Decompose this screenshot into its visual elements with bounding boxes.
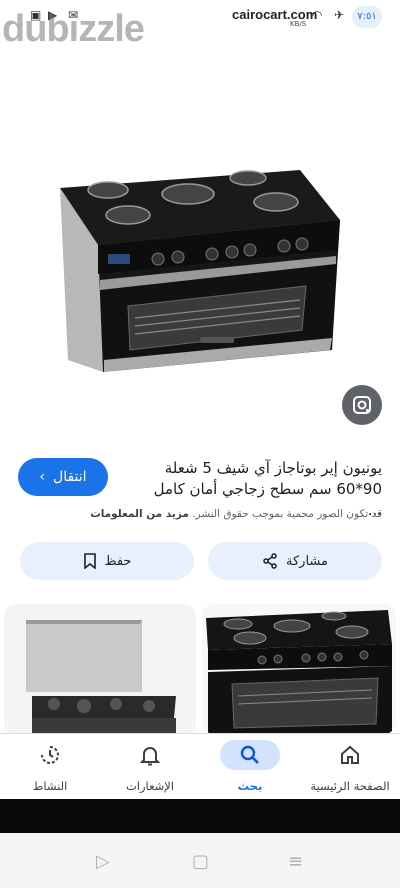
bookmark-icon [83, 553, 96, 569]
black-strip [0, 799, 400, 833]
visit-button[interactable]: ‹ انتقال [18, 458, 108, 496]
dubizzle-watermark: dubizzle [2, 8, 145, 50]
search-icon [240, 745, 259, 764]
stove-illustration [60, 170, 340, 372]
stove-thumbnail-1 [4, 604, 196, 734]
lens-icon [353, 396, 371, 414]
back-triangle-icon[interactable]: ▷ [96, 851, 110, 872]
activity-icon [41, 746, 59, 764]
share-icon [263, 553, 277, 569]
google-lens-button[interactable] [342, 385, 382, 425]
product-image[interactable] [0, 60, 400, 440]
related-image-1[interactable] [4, 604, 196, 734]
more-info-link[interactable]: مزيد من المعلومات [90, 508, 189, 520]
save-label: حفظ [104, 553, 132, 569]
home-icon [341, 745, 359, 764]
bottom-navigation: النشاط الإشعارات بحث الصفحة الرئيسية [0, 733, 400, 800]
nav-search[interactable]: بحث [200, 734, 300, 800]
recents-menu-icon[interactable]: ≡ [288, 851, 303, 872]
stove-thumbnail-2 [202, 604, 396, 734]
wifi-icon: ◠ [312, 8, 323, 22]
chevron-left-icon: ‹ [39, 469, 46, 485]
visit-label: انتقال [53, 469, 87, 485]
nav-notifications-label: الإشعارات [125, 779, 175, 793]
copyright-text: قد تكون الصور محمية بموجب حقوق النشر. [192, 508, 382, 520]
save-button[interactable]: حفظ [20, 542, 194, 580]
bell-icon [140, 747, 160, 766]
share-label: مشاركة [286, 553, 328, 569]
system-navigation-bar: ▷ ▢ ≡ [0, 833, 400, 888]
nav-activity-label: النشاط [32, 779, 68, 793]
nav-notifications[interactable]: الإشعارات [100, 734, 200, 800]
related-image-2[interactable] [202, 604, 396, 734]
nav-activity[interactable]: النشاط [0, 734, 100, 800]
product-title-line1: يونيون إير بوتاجاز آي شيف 5 شعلة [164, 459, 382, 477]
nav-search-label: بحث [237, 779, 263, 793]
home-square-icon[interactable]: ▢ [192, 851, 209, 872]
status-time: ٧:٥١ [352, 6, 382, 28]
airplane-icon: ✈ [334, 8, 345, 22]
nav-home-label: الصفحة الرئيسية [310, 779, 390, 793]
copyright-notice: قد تكون الصور محمية بموجب حقوق النشر. مز… [90, 508, 382, 520]
network-speed: KB/S [290, 20, 307, 28]
nav-home[interactable]: الصفحة الرئيسية [300, 734, 400, 800]
share-button[interactable]: مشاركة [208, 542, 382, 580]
